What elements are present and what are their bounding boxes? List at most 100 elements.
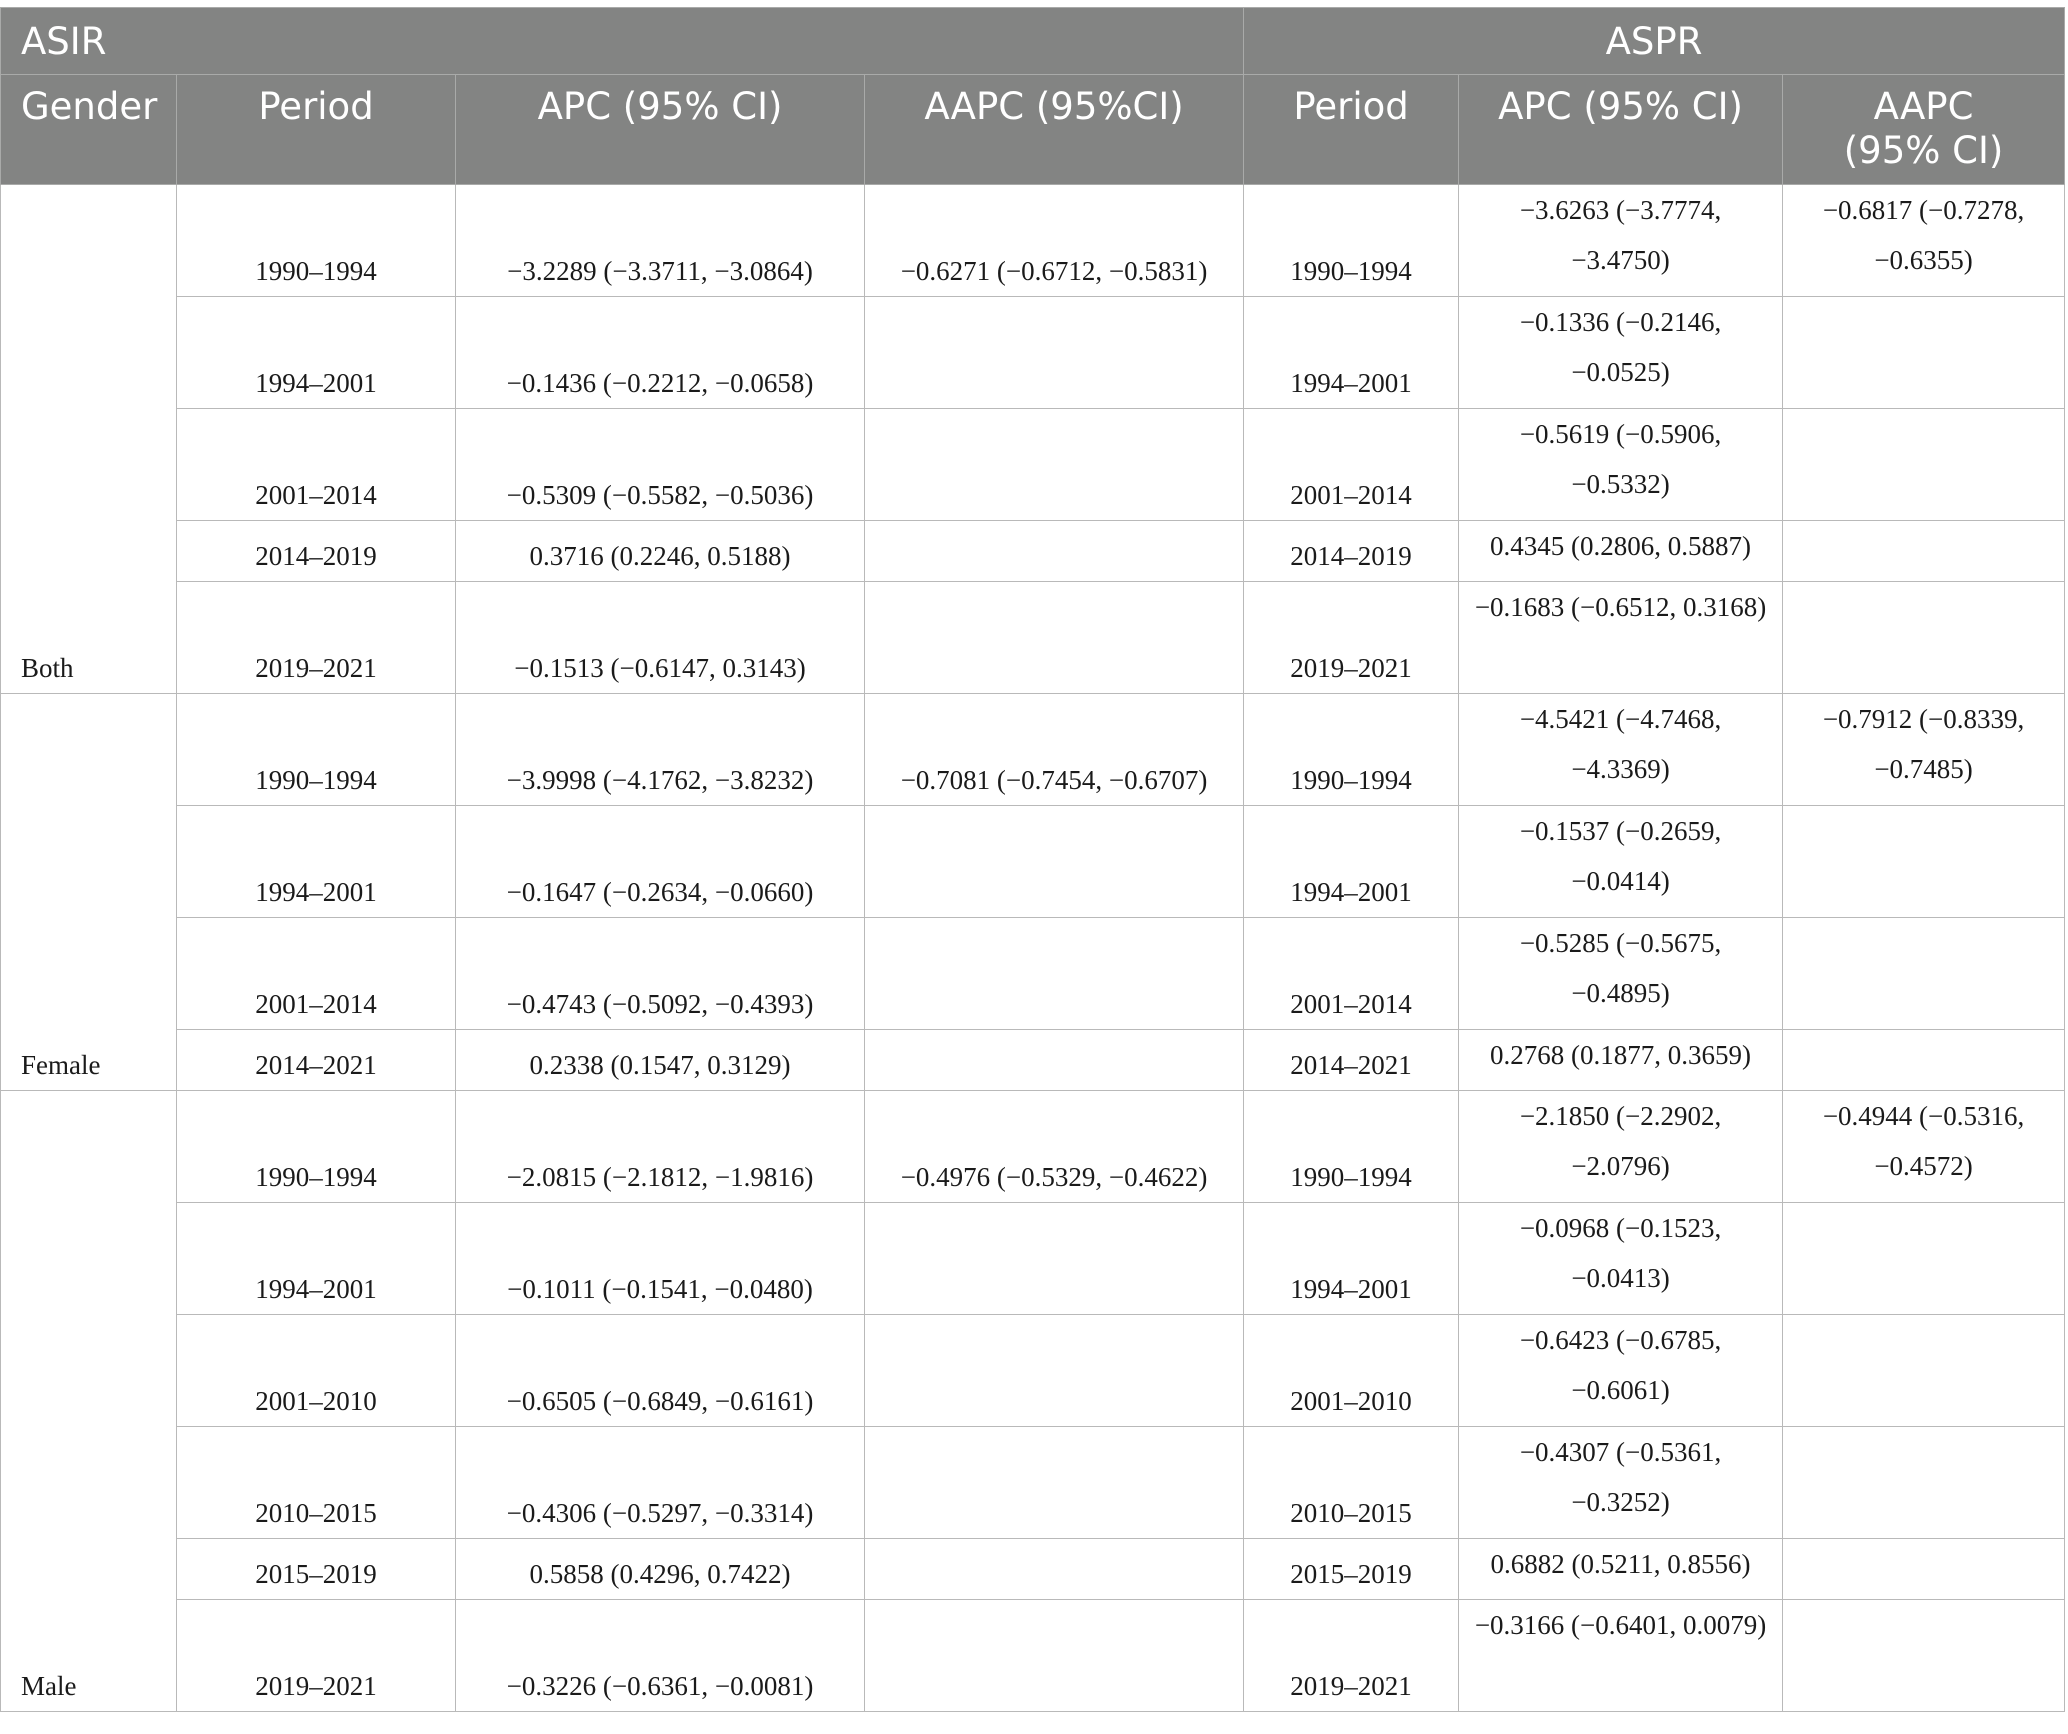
table-body: Both 1990–1994 −3.2289 (−3.3711, −3.0864) −… xyxy=(0,184,2066,1712)
results-table: ASIR ASPR Gender Period APC (95% CI) AAP… xyxy=(0,7,2066,1712)
aapc-cell xyxy=(863,408,1245,521)
period-cell: 2014–2021 xyxy=(176,1029,456,1091)
aspr-period-cell: 2001–2010 xyxy=(1243,1314,1460,1427)
aspr-apc-cell: −0.5285 (−0.5675, −0.4895) xyxy=(1458,917,1784,1030)
period-cell: 1994–2001 xyxy=(176,1202,456,1315)
aspr-apc-cell: −0.6423 (−0.6785, −0.6061) xyxy=(1458,1314,1784,1427)
table-row: 2001–2014 −0.4743 (−0.5092, −0.4393) 2001–… xyxy=(1,917,2066,1030)
apc-cell: −0.1011 (−0.1541, −0.0480) xyxy=(455,1202,865,1315)
aspr-aapc-cell xyxy=(1782,805,2066,918)
period-cell: 1990–1994 xyxy=(176,693,456,806)
table-row: Female 1990–1994 −3.9998 (−4.1762, −3.8232… xyxy=(0,693,2066,1091)
aspr-aapc-cell xyxy=(1782,296,2066,409)
aspr-apc-cell: 0.4345 (0.2806, 0.5887) xyxy=(1458,520,1784,582)
aapc-cell xyxy=(863,1538,1245,1600)
header-gender: Gender xyxy=(0,74,177,185)
aapc-cell: −0.4976 (−0.5329, −0.4622) xyxy=(863,1090,1245,1203)
gender-cell: Female xyxy=(0,693,177,1091)
aspr-aapc-cell: −0.6817 (−0.7278, −0.6355) xyxy=(1782,184,2066,297)
aspr-period-cell: 2014–2021 xyxy=(1243,1029,1460,1091)
aspr-period-cell: 1990–1994 xyxy=(1243,184,1460,297)
aspr-period-cell: 1994–2001 xyxy=(1243,296,1460,409)
apc-cell: 0.5858 (0.4296, 0.7422) xyxy=(455,1538,865,1600)
period-cell: 2019–2021 xyxy=(176,1599,456,1712)
header-apc: APC (95% CI) xyxy=(455,74,865,185)
apc-cell: −0.1647 (−0.2634, −0.0660) xyxy=(455,805,865,918)
period-cell: 2019–2021 xyxy=(176,581,456,694)
aspr-apc-cell: −0.1336 (−0.2146, −0.0525) xyxy=(1458,296,1784,409)
aspr-aapc-cell xyxy=(1782,1029,2066,1091)
aapc-cell: −0.6271 (−0.6712, −0.5831) xyxy=(863,184,1245,297)
aspr-apc-cell: −3.6263 (−3.7774, −3.4750) xyxy=(1458,184,1784,297)
period-cell: 2015–2019 xyxy=(176,1538,456,1600)
aspr-period-cell: 1990–1994 xyxy=(1243,693,1460,806)
aspr-apc-cell: −0.4307 (−0.5361, −0.3252) xyxy=(1458,1426,1784,1539)
aspr-apc-cell: −0.1537 (−0.2659, −0.0414) xyxy=(1458,805,1784,918)
period-cell: 1990–1994 xyxy=(176,1090,456,1203)
aspr-period-cell: 2019–2021 xyxy=(1243,1599,1460,1712)
aspr-aapc-cell xyxy=(1782,1599,2066,1712)
apc-cell: 0.2338 (0.1547, 0.3129) xyxy=(455,1029,865,1091)
period-cell: 1994–2001 xyxy=(176,805,456,918)
aspr-aapc-cell: −0.7912 (−0.8339, −0.7485) xyxy=(1782,693,2066,806)
table-row: 2014–2021 0.2338 (0.1547, 0.3129) 2014–202… xyxy=(1,1029,2066,1091)
aspr-apc-cell: −2.1850 (−2.2902, −2.0796) xyxy=(1458,1090,1784,1203)
aapc-cell xyxy=(863,1426,1245,1539)
apc-cell: −2.0815 (−2.1812, −1.9816) xyxy=(455,1090,865,1203)
aapc-cell xyxy=(863,1314,1245,1427)
apc-cell: −0.5309 (−0.5582, −0.5036) xyxy=(455,408,865,521)
table-row: Both 1990–1994 −3.2289 (−3.3711, −3.0864) −… xyxy=(0,184,2066,694)
aapc-cell: −0.7081 (−0.7454, −0.6707) xyxy=(863,693,1245,806)
aspr-apc-cell: −0.1683 (−0.6512, 0.3168) xyxy=(1458,581,1784,694)
apc-cell: −0.3226 (−0.6361, −0.0081) xyxy=(455,1599,865,1712)
aspr-aapc-cell xyxy=(1782,1426,2066,1539)
aapc-cell xyxy=(863,1202,1245,1315)
aspr-period-cell: 2001–2014 xyxy=(1243,408,1460,521)
aapc-cell xyxy=(863,296,1245,409)
aapc-cell xyxy=(863,1029,1245,1091)
aapc-cell xyxy=(863,917,1245,1030)
aspr-aapc-cell: −0.4944 (−0.5316, −0.4572) xyxy=(1782,1090,2066,1203)
aspr-period-cell: 1994–2001 xyxy=(1243,805,1460,918)
period-cell: 2001–2010 xyxy=(176,1314,456,1427)
header-aspr-period: Period xyxy=(1243,74,1460,185)
aapc-cell xyxy=(863,581,1245,694)
aspr-apc-cell: −0.0968 (−0.1523, −0.0413) xyxy=(1458,1202,1784,1315)
header-group-asir: ASIR xyxy=(0,7,1245,75)
period-cell: 1994–2001 xyxy=(176,296,456,409)
gender-cell: Both xyxy=(0,184,177,694)
aspr-aapc-cell xyxy=(1782,408,2066,521)
aspr-apc-cell: 0.6882 (0.5211, 0.8556) xyxy=(1458,1538,1784,1600)
table-row: 2019–2021 −0.3226 (−0.6361, −0.0081) 2019–… xyxy=(1,1599,2066,1712)
aspr-aapc-cell xyxy=(1782,1538,2066,1600)
period-cell: 2010–2015 xyxy=(176,1426,456,1539)
aspr-period-cell: 2001–2014 xyxy=(1243,917,1460,1030)
aapc-cell xyxy=(863,520,1245,582)
aspr-apc-cell: 0.2768 (0.1877, 0.3659) xyxy=(1458,1029,1784,1091)
apc-cell: −0.4743 (−0.5092, −0.4393) xyxy=(455,917,865,1030)
apc-cell: −0.6505 (−0.6849, −0.6161) xyxy=(455,1314,865,1427)
apc-cell: 0.3716 (0.2246, 0.5188) xyxy=(455,520,865,582)
aspr-period-cell: 1994–2001 xyxy=(1243,1202,1460,1315)
aspr-period-cell: 2014–2019 xyxy=(1243,520,1460,582)
apc-cell: −3.9998 (−4.1762, −3.8232) xyxy=(455,693,865,806)
aapc-cell xyxy=(863,1599,1245,1712)
aapc-cell xyxy=(863,805,1245,918)
aspr-period-cell: 2015–2019 xyxy=(1243,1538,1460,1600)
apc-cell: −0.4306 (−0.5297, −0.3314) xyxy=(455,1426,865,1539)
table-row: 1994–2001 −0.1011 (−0.1541, −0.0480) 1994–… xyxy=(1,1202,2066,1315)
header-aapc-aspr: AAPC (95% CI) xyxy=(1782,74,2066,185)
table-row: 2010–2015 −0.4306 (−0.5297, −0.3314) 2010–… xyxy=(1,1426,2066,1539)
aspr-aapc-cell xyxy=(1782,1202,2066,1315)
period-cell: 1990–1994 xyxy=(176,184,456,297)
aspr-aapc-cell xyxy=(1782,917,2066,1030)
period-cell: 2001–2014 xyxy=(176,917,456,1030)
header-aspr-apc: APC (95% CI) xyxy=(1458,74,1784,185)
aspr-aapc-cell xyxy=(1782,520,2066,582)
aspr-period-cell: 2010–2015 xyxy=(1243,1426,1460,1539)
apc-cell: −0.1513 (−0.6147, 0.3143) xyxy=(455,581,865,694)
aspr-period-cell: 2019–2021 xyxy=(1243,581,1460,694)
period-cell: 2001–2014 xyxy=(176,408,456,521)
table-row: 1994–2001 −0.1436 (−0.2212, −0.0658) 1994–… xyxy=(1,296,2066,409)
table-row: 2014–2019 0.3716 (0.2246, 0.5188) 2014–201… xyxy=(1,520,2066,582)
